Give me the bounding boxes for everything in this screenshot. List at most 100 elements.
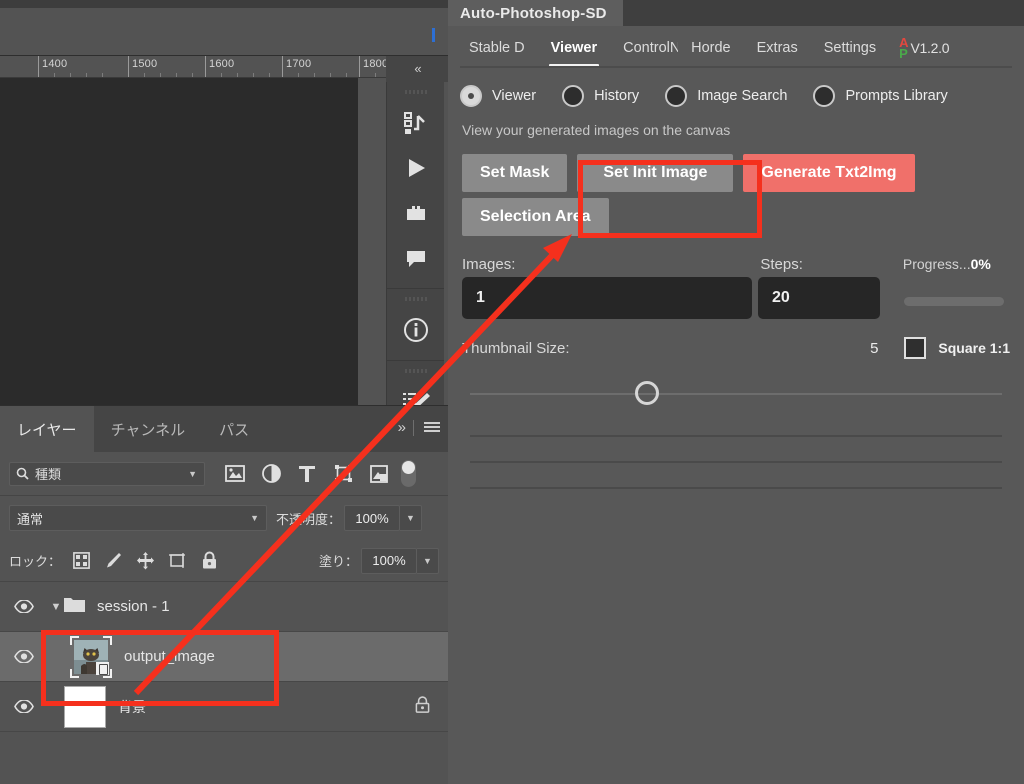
steps-input[interactable]: 20	[758, 277, 880, 319]
tab-horde[interactable]: Horde	[678, 26, 744, 70]
photoshop-options-bar	[0, 8, 448, 56]
fill-chevron-down-icon[interactable]: ▼	[417, 547, 439, 574]
lock-all-icon[interactable]	[193, 548, 225, 574]
viewer-hint-text: View your generated images on the canvas	[462, 122, 731, 138]
square-ratio-label: Square 1:1	[938, 340, 1010, 356]
collapse-panels-icon[interactable]: «	[386, 56, 448, 82]
radio-button-icon[interactable]	[562, 85, 585, 107]
layer-row-background[interactable]: 背景	[0, 682, 448, 732]
tabbar-underline	[460, 66, 1012, 68]
layers-filter-row: 種類 ▼	[0, 452, 448, 496]
ruler-tick-label: 1700	[286, 58, 312, 70]
tab-controlnet[interactable]: ControlN	[610, 26, 678, 70]
document-canvas[interactable]	[0, 78, 358, 405]
selection-area-button[interactable]: Selection Area	[462, 198, 609, 236]
tab-extras[interactable]: Extras	[744, 26, 811, 70]
panel-grip[interactable]	[404, 90, 427, 94]
viewer-divider-3	[470, 487, 1002, 489]
fill-value[interactable]: 100%	[361, 547, 417, 574]
set-mask-button[interactable]: Set Mask	[462, 154, 568, 192]
images-input[interactable]: 1	[462, 277, 752, 319]
canvas-ruler-horizontal: 1400 1500 1600 1700 1800	[0, 56, 386, 78]
radio-image-search[interactable]: Image Search	[665, 85, 787, 107]
eye-icon[interactable]	[0, 600, 48, 613]
layers-panel-tabbar: レイヤー チャンネル パス »	[0, 406, 448, 452]
lock-transparent-pixels-icon[interactable]	[65, 548, 97, 574]
images-label: Images:	[462, 256, 516, 273]
white-thumbnail[interactable]	[64, 685, 106, 728]
chevron-down-icon[interactable]: ▼	[48, 601, 64, 613]
adjustment-layer-icon[interactable]	[253, 460, 289, 488]
tab-paths[interactable]: パス	[202, 406, 266, 452]
eye-icon[interactable]	[0, 700, 48, 713]
cat-image-thumbnail[interactable]	[70, 635, 112, 678]
layer-kind-filter[interactable]: 種類 ▼	[9, 461, 205, 486]
layer-name: session - 1	[97, 598, 170, 615]
titlebar-filler	[622, 0, 1024, 26]
type-layer-icon[interactable]	[289, 460, 325, 488]
radio-viewer[interactable]: Viewer	[460, 85, 536, 107]
panel-grip[interactable]	[404, 297, 427, 301]
photoshop-window: 1400 1500 1600 1700 1800 « レイヤー チャンネル パス…	[0, 0, 448, 784]
history-actions-icon[interactable]	[387, 100, 445, 145]
double-chevron-right-icon[interactable]: »	[398, 419, 407, 436]
opacity-value[interactable]: 100%	[344, 505, 401, 531]
opacity-chevron-down-icon[interactable]: ▼	[400, 505, 423, 531]
lock-position-icon[interactable]	[129, 548, 161, 574]
shape-layer-icon[interactable]	[325, 460, 361, 488]
plugin-logo: A P V1.2.0	[899, 36, 950, 61]
generate-txt2img-button[interactable]: Generate Txt2Img	[743, 154, 915, 192]
radio-history[interactable]: History	[562, 85, 639, 107]
plugin-titlebar: Auto-Photoshop-SD	[448, 0, 1024, 26]
filter-toggle-switch[interactable]	[401, 460, 416, 487]
action-buttons-row-1: Set Mask Set Init Image Generate Txt2Img	[448, 154, 1024, 192]
layer-kind-value: 種類	[35, 467, 62, 482]
logo-letter-p: P	[899, 46, 908, 61]
inputs-row: 1 20	[448, 277, 1024, 319]
chevron-down-icon[interactable]: ▼	[250, 513, 259, 523]
blend-mode-select[interactable]: 通常 ▼	[9, 505, 267, 531]
slider-track	[470, 393, 1002, 395]
plugin-version: V1.2.0	[910, 40, 950, 56]
dock-group-1	[387, 82, 444, 289]
layer-type-filter-icons	[217, 460, 416, 488]
panel-grip[interactable]	[404, 369, 427, 373]
photoshop-icon-dock	[386, 82, 445, 478]
panel-menu-icon[interactable]	[424, 422, 440, 433]
play-icon[interactable]	[387, 145, 445, 190]
lock-image-pixels-icon[interactable]	[97, 548, 129, 574]
tab-settings[interactable]: Settings	[811, 26, 889, 70]
radio-button-icon[interactable]	[665, 85, 688, 107]
divider	[413, 419, 414, 436]
tab-stable-diffusion[interactable]: Stable D	[456, 26, 538, 70]
pixel-layer-icon[interactable]	[217, 460, 253, 488]
progress-bar	[904, 296, 1004, 306]
layers-panel-empty-area	[0, 732, 448, 768]
output-image-layer-row[interactable]: output_image	[0, 632, 448, 682]
thumbnail-size-slider[interactable]	[470, 381, 1002, 407]
square-ratio-checkbox[interactable]	[904, 337, 927, 359]
comments-icon[interactable]	[387, 235, 445, 280]
ruler-tick-label: 1600	[209, 58, 235, 70]
layers-panel-tabbar-controls: »	[398, 419, 440, 436]
info-icon[interactable]	[387, 307, 445, 352]
radio-button-icon[interactable]	[813, 85, 836, 107]
radio-label: History	[594, 88, 640, 104]
screenshot-root: 1400 1500 1600 1700 1800 « レイヤー チャンネル パス…	[0, 0, 1024, 784]
layer-row-group-session-1[interactable]: ▼ session - 1	[0, 582, 448, 632]
set-init-image-button[interactable]: Set Init Image	[577, 154, 734, 192]
libraries-icon[interactable]	[387, 190, 445, 235]
search-icon	[16, 467, 29, 480]
field-labels-row: Images: Steps: Progress... 0%	[448, 256, 1024, 273]
tab-channels[interactable]: チャンネル	[94, 406, 203, 452]
plugin-title[interactable]: Auto-Photoshop-SD	[448, 0, 623, 26]
tab-viewer[interactable]: Viewer	[538, 26, 611, 70]
chevron-down-icon[interactable]: ▼	[188, 469, 197, 479]
radio-button-selected-icon[interactable]	[460, 85, 482, 107]
slider-knob[interactable]	[634, 381, 659, 405]
radio-prompts-library[interactable]: Prompts Library	[813, 85, 948, 107]
lock-artboard-nesting-icon[interactable]	[161, 548, 193, 574]
eye-icon[interactable]	[0, 650, 48, 663]
smart-object-icon[interactable]	[361, 460, 397, 488]
tab-layers[interactable]: レイヤー	[0, 406, 94, 452]
